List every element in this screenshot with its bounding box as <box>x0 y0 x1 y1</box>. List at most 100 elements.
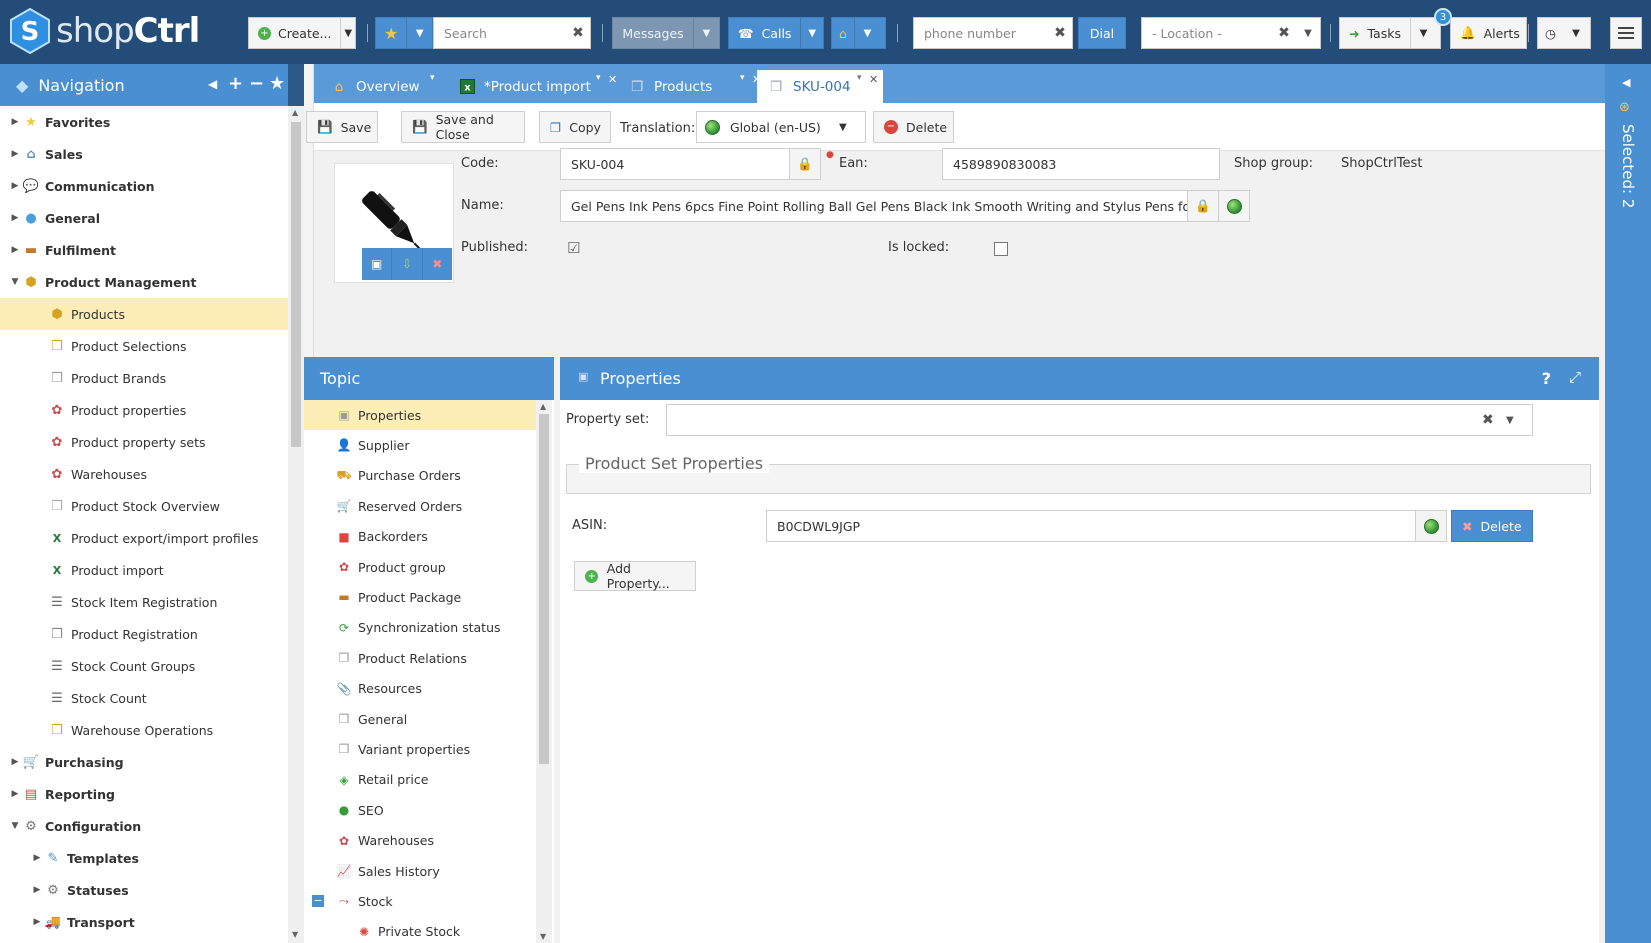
hamburger-menu-icon[interactable] <box>1610 17 1642 49</box>
topic-item-purchase-orders[interactable]: ⛟ Purchase Orders <box>304 461 536 491</box>
asin-translate-button[interactable] <box>1415 510 1447 542</box>
scrollbar-thumb[interactable] <box>539 414 549 764</box>
sidebar-item-stock-count-groups[interactable]: ☰ Stock Count Groups <box>0 650 288 682</box>
topic-item-stock[interactable]: − ⤳ Stock <box>304 886 536 916</box>
sidebar-item-product-management[interactable]: ▼ ⬢ Product Management <box>0 266 288 298</box>
sidebar-item-reporting[interactable]: ▶ ▤ Reporting <box>0 778 288 810</box>
scroll-up-icon[interactable]: ▲ <box>292 108 298 117</box>
sidebar-item-product-selections[interactable]: ❒ Product Selections <box>0 330 288 362</box>
tab-menu-icon[interactable]: ▾ <box>596 73 601 83</box>
chevron-down-icon[interactable]: ▼ <box>1506 415 1532 426</box>
create-button[interactable]: + Create... ▼ <box>248 17 356 49</box>
expand-all-icon[interactable]: + <box>228 73 243 94</box>
maximize-icon[interactable]: ⤢ <box>1569 368 1581 386</box>
sidebar-item-communication[interactable]: ▶ 💬 Communication <box>0 170 288 202</box>
chevron-down-icon[interactable]: ▼ <box>1296 28 1320 39</box>
sidebar-item-templates[interactable]: ▶ ✎ Templates <box>0 842 288 874</box>
is-locked-checkbox[interactable] <box>994 242 1008 256</box>
location-select[interactable]: - Location - ✖ ▼ <box>1141 17 1321 49</box>
chevron-down-icon[interactable]: ▼ <box>340 18 355 48</box>
collapsed-arrow-icon[interactable]: ▶ <box>8 757 22 767</box>
tasks-button[interactable]: ➜ Tasks ▼ <box>1339 17 1441 49</box>
collapsed-arrow-icon[interactable]: ▶ <box>8 789 22 799</box>
topic-item-sales-history[interactable]: 📈 Sales History <box>304 856 536 886</box>
collapse-icon[interactable]: − <box>312 895 324 908</box>
close-icon[interactable]: ✕ <box>869 73 878 86</box>
chevron-down-icon[interactable]: ▼ <box>1409 18 1436 48</box>
download-image-icon[interactable]: ⇩ <box>392 248 423 280</box>
upload-image-icon[interactable]: ▣ <box>362 248 393 280</box>
topic-item-product-group[interactable]: ✿ Product group <box>304 552 536 582</box>
sidebar-item-product-properties[interactable]: ✿ Product properties <box>0 394 288 426</box>
topic-item-supplier[interactable]: 👤 Supplier <box>304 430 536 460</box>
topic-item-resources[interactable]: 📎 Resources <box>304 674 536 704</box>
remove-image-icon[interactable]: ✖ <box>423 248 452 280</box>
topic-item-product-package[interactable]: ▬ Product Package <box>304 582 536 612</box>
search-input[interactable]: Search ✖ <box>433 17 591 49</box>
delete-button[interactable]: − Delete <box>873 111 954 143</box>
close-icon[interactable]: ✕ <box>608 73 617 86</box>
scrollbar-thumb[interactable] <box>291 122 301 447</box>
collapse-left-icon[interactable]: ◀ <box>208 77 217 91</box>
name-lock-button[interactable]: 🔒 <box>1187 190 1219 222</box>
chevron-down-icon[interactable]: ▼ <box>853 18 880 48</box>
published-checkbox[interactable]: ☑ <box>567 241 581 256</box>
chevron-down-icon[interactable]: ▼ <box>693 18 719 48</box>
save-and-close-button[interactable]: 💾 Save and Close <box>401 111 525 143</box>
sidebar-item-stock-item-registration[interactable]: ☰ Stock Item Registration <box>0 586 288 618</box>
collapsed-arrow-icon[interactable]: ▶ <box>8 213 22 223</box>
tab-products[interactable]: ❒ Products ▾ ✕ <box>618 70 762 103</box>
sidebar-item-stock-count[interactable]: ☰ Stock Count <box>0 682 288 714</box>
sidebar-item-product-export-import-profiles[interactable]: X Product export/import profiles <box>0 522 288 554</box>
name-field[interactable]: Gel Pens Ink Pens 6pcs Fine Point Rollin… <box>560 190 1188 222</box>
collapse-all-icon[interactable]: − <box>249 73 264 94</box>
selection-sidebar[interactable]: ◀ ⊛ Selected: 2 <box>1605 64 1651 943</box>
favorite-star-icon[interactable]: ★ <box>269 73 285 94</box>
code-field[interactable]: SKU-004 <box>560 148 790 180</box>
collapsed-arrow-icon[interactable]: ▶ <box>8 245 22 255</box>
topic-item-variant-properties[interactable]: ❒ Variant properties <box>304 734 536 764</box>
sidebar-item-purchasing[interactable]: ▶ 🛒 Purchasing <box>0 746 288 778</box>
shopctrl-logo[interactable]: S shopCtrl <box>10 7 200 55</box>
clear-icon[interactable]: ✖ <box>1482 412 1506 428</box>
asin-field[interactable]: B0CDWL9JGP <box>766 510 1416 542</box>
sidebar-item-warehouses[interactable]: ✿ Warehouses <box>0 458 288 490</box>
topic-item-warehouses[interactable]: ✿ Warehouses <box>304 826 536 856</box>
phone-number-input[interactable]: phone number ✖ <box>913 17 1073 49</box>
sidebar-item-product-stock-overview[interactable]: ❒ Product Stock Overview <box>0 490 288 522</box>
chevron-down-icon[interactable]: ▼ <box>800 18 823 48</box>
topic-item-general[interactable]: ❒ General <box>304 704 536 734</box>
code-lock-button[interactable]: 🔒 <box>789 148 821 180</box>
tab-product-import[interactable]: x *Product import ▾ ✕ <box>448 70 617 103</box>
collapsed-arrow-icon[interactable]: ▶ <box>30 853 44 863</box>
messages-button[interactable]: Messages ▼ <box>612 17 720 49</box>
user-menu-button[interactable]: ◷ ▼ <box>1537 17 1591 49</box>
add-property-button[interactable]: + Add Property... <box>574 561 696 591</box>
sidebar-item-general[interactable]: ▶ ● General <box>0 202 288 234</box>
collapsed-arrow-icon[interactable]: ▶ <box>8 181 22 191</box>
topic-item-backorders[interactable]: ■ Backorders <box>304 522 536 552</box>
sidebar-item-statuses[interactable]: ▶ ⚙ Statuses <box>0 874 288 906</box>
calls-button[interactable]: ☎ Calls ▼ <box>728 17 824 49</box>
tab-menu-icon[interactable]: ▾ <box>430 73 435 83</box>
copy-button[interactable]: ❐ Copy <box>539 111 611 143</box>
topic-item-seo[interactable]: ● SEO <box>304 795 536 825</box>
tab-sku-004[interactable]: ❒ SKU-004 ▾ ✕ <box>757 70 883 103</box>
topic-item-reserved-orders[interactable]: 🛒 Reserved Orders <box>304 491 536 521</box>
help-icon[interactable]: ? <box>1542 369 1551 388</box>
collapsed-arrow-icon[interactable]: ▶ <box>8 117 22 127</box>
topic-item-properties[interactable]: ▣ Properties <box>304 400 536 430</box>
tab-menu-icon[interactable]: ▾ <box>740 73 745 83</box>
delete-property-button[interactable]: ✖ Delete <box>1451 510 1533 542</box>
sidebar-item-favorites[interactable]: ▶ ★ Favorites <box>0 106 288 138</box>
clear-phone-icon[interactable]: ✖ <box>1048 25 1072 41</box>
sidebar-item-product-property-sets[interactable]: ✿ Product property sets <box>0 426 288 458</box>
translation-select[interactable]: Global (en-US) ▼ <box>696 111 866 143</box>
tab-overview[interactable]: ⌂ Overview ▾ <box>320 70 446 103</box>
save-button[interactable]: 💾 Save <box>306 111 378 143</box>
scroll-down-icon[interactable]: ▼ <box>540 932 546 941</box>
sidebar-item-sales[interactable]: ▶ ⌂ Sales <box>0 138 288 170</box>
collapsed-arrow-icon[interactable]: ▶ <box>30 917 44 927</box>
collapse-right-icon[interactable]: ◀ <box>1622 76 1630 89</box>
chevron-down-icon[interactable]: ▼ <box>1563 18 1589 48</box>
